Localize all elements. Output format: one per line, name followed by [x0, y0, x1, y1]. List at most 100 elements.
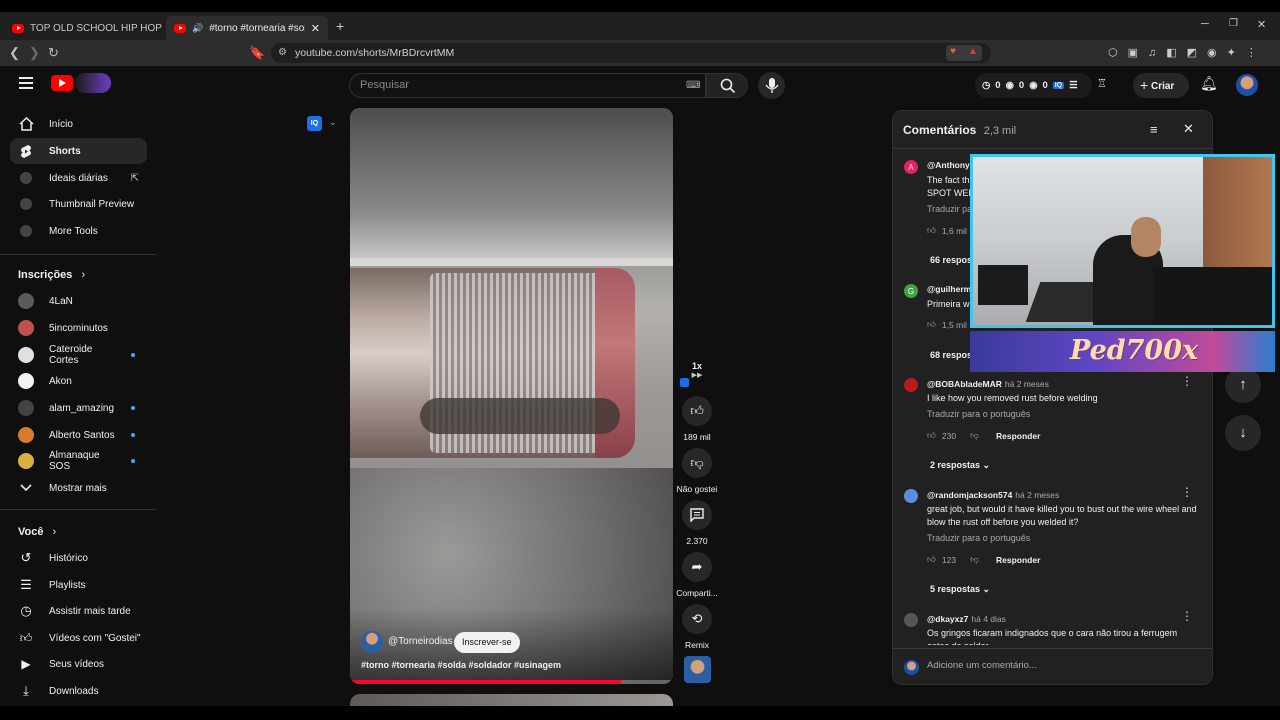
- url-field[interactable]: ⚙ youtube.com/shorts/MrBDrcvrtMM: [271, 43, 991, 63]
- comment-time: há 2 meses: [1004, 379, 1049, 389]
- trophy-icon[interactable]: ♖: [1097, 77, 1107, 90]
- avatar[interactable]: [904, 378, 918, 392]
- extension-counters[interactable]: ◷ 0 ◉ 0 ◉ 0 IQ ☰: [975, 73, 1092, 98]
- sidebar-item-subscription[interactable]: Akon: [10, 368, 147, 394]
- translate-link[interactable]: Traduzir pa: [927, 204, 972, 214]
- workpiece-slot: [420, 398, 620, 434]
- like-button[interactable]: 👍︎: [682, 396, 712, 426]
- reply-button[interactable]: Responder: [996, 431, 1040, 441]
- thumb-down-icon[interactable]: 👎︎: [970, 430, 979, 441]
- notifications-bell-icon[interactable]: 🔔︎: [1200, 75, 1218, 92]
- sidebar-item-watch-later[interactable]: ◷ Assistir mais tarde: [10, 598, 147, 624]
- replies-toggle[interactable]: 5 respostas ⌄: [930, 584, 990, 595]
- comment-author[interactable]: @randomjackson574 há 2 meses: [927, 490, 1059, 500]
- create-button[interactable]: + Criar: [1133, 73, 1189, 98]
- forward-icon[interactable]: ❯: [29, 46, 40, 60]
- subscriptions-heading[interactable]: Inscrições ›: [18, 269, 85, 281]
- sidebar-item-ideias[interactable]: Ideais diárias ⇱: [10, 165, 147, 191]
- comment-author[interactable]: @guilherm: [927, 284, 971, 294]
- next-video-button[interactable]: ↓: [1225, 415, 1261, 451]
- comment-author[interactable]: @dkayxz7 há 4 dias: [927, 614, 1006, 624]
- restore-icon[interactable]: ❐: [1229, 18, 1238, 29]
- channel-name[interactable]: @Torneirodias: [388, 636, 453, 647]
- sidebar-item-subscription[interactable]: Almanaque SOS: [10, 448, 147, 474]
- sidebar-item-your-videos[interactable]: ▶ Seus vídeos: [10, 651, 147, 677]
- close-window-icon[interactable]: ✕: [1257, 18, 1266, 31]
- tab-shorts[interactable]: 🔊 #torno #tornearia #solda #sc ✕: [166, 16, 328, 40]
- avatar[interactable]: A: [904, 160, 918, 174]
- voice-search-button[interactable]: [758, 72, 785, 99]
- thumb-up-icon[interactable]: 👍︎: [927, 225, 936, 236]
- shorts-video-player[interactable]: @Torneirodias Inscrever-se #torno #torne…: [350, 108, 673, 684]
- sidebar-item-subscription[interactable]: 4LaN: [10, 288, 147, 314]
- sidebar-item-subscription[interactable]: alam_amazing: [10, 395, 147, 421]
- thumb-up-icon[interactable]: 👍︎: [927, 430, 936, 441]
- sidebar-item-label: 4LaN: [49, 295, 73, 307]
- extension-shields-icon[interactable]: ♥ ▲: [946, 45, 982, 61]
- search-input[interactable]: Pesquisar ⌨: [349, 73, 706, 98]
- new-tab-button[interactable]: +: [336, 18, 344, 34]
- keyboard-icon[interactable]: ⌨: [686, 74, 700, 97]
- add-comment-input[interactable]: Adicione um comentário...: [927, 660, 1037, 671]
- comment-author[interactable]: @AnthonyC: [927, 160, 976, 170]
- avatar[interactable]: [904, 613, 918, 627]
- translate-link[interactable]: Traduzir para o português: [927, 409, 1030, 419]
- chevron-down-icon[interactable]: ⌄: [329, 117, 337, 128]
- replies-toggle[interactable]: 68 respos: [930, 350, 972, 360]
- youtube-logo-icon[interactable]: [51, 75, 73, 91]
- sidebar-item-subscription[interactable]: Alberto Santos: [10, 422, 147, 448]
- tab-hiphop[interactable]: TOP OLD SCHOOL HIP HOP 🔥 50 Ce: [4, 16, 162, 40]
- avatar[interactable]: [904, 489, 918, 503]
- sidebar-item-liked-videos[interactable]: 👍︎ Vídeos com "Gostei": [10, 625, 147, 651]
- more-options-icon[interactable]: ⋮: [1181, 610, 1193, 622]
- remix-button[interactable]: ⟲: [682, 604, 712, 634]
- close-icon[interactable]: ✕: [1183, 121, 1194, 137]
- extension-icons[interactable]: ⬡▣♫◧◩◉✦⋮: [1108, 46, 1267, 59]
- sidebar-item-label: Thumbnail Preview: [49, 198, 135, 210]
- comment-likes: 👍︎ 1,5 mil: [927, 319, 967, 330]
- replies-toggle[interactable]: 66 respos: [930, 255, 972, 265]
- you-heading[interactable]: Você ›: [18, 526, 56, 538]
- more-options-icon[interactable]: ⋮: [1181, 375, 1193, 387]
- channel-avatar[interactable]: [361, 631, 383, 653]
- iq-extension-icon[interactable]: IQ: [307, 116, 322, 131]
- comments-button[interactable]: [682, 500, 712, 530]
- replies-toggle[interactable]: 2 respostas ⌄: [930, 460, 990, 471]
- thumb-down-icon[interactable]: 👎︎: [970, 554, 979, 565]
- sidebar-item-subscription[interactable]: 5incominutos: [10, 315, 147, 341]
- translate-link[interactable]: Traduzir para o português: [927, 533, 1030, 543]
- sound-thumbnail[interactable]: [684, 656, 711, 683]
- sidebar-item-shorts[interactable]: Shorts: [10, 138, 147, 164]
- sidebar-item-thumbnail-preview[interactable]: Thumbnail Preview: [10, 191, 147, 217]
- reply-button[interactable]: Responder: [996, 555, 1040, 565]
- new-content-dot: [131, 353, 135, 357]
- sidebar-item-subscription[interactable]: Cateroide Cortes: [10, 342, 147, 368]
- video-hashtags[interactable]: #torno #tornearia #solda #soldador #usin…: [361, 660, 561, 670]
- sidebar-item-historico[interactable]: ↺ Histórico: [10, 545, 147, 571]
- close-tab-icon[interactable]: ✕: [311, 22, 320, 35]
- show-more-button[interactable]: Mostrar mais: [10, 475, 147, 501]
- menu-icon[interactable]: [19, 77, 33, 89]
- thumb-up-icon[interactable]: 👍︎: [927, 554, 936, 565]
- sidebar-item-playlists[interactable]: ☰ Playlists: [10, 572, 147, 598]
- progress-track[interactable]: [350, 680, 673, 684]
- reload-icon[interactable]: ↻: [48, 46, 59, 60]
- sort-icon[interactable]: ≡: [1150, 122, 1158, 137]
- sidebar-item-inicio[interactable]: Início: [10, 111, 147, 137]
- sidebar-item-more-tools[interactable]: More Tools: [10, 218, 147, 244]
- more-options-icon[interactable]: ⋮: [1181, 486, 1193, 498]
- dislike-button[interactable]: 👎︎: [682, 448, 712, 478]
- previous-video-button[interactable]: ↑: [1225, 367, 1261, 403]
- back-icon[interactable]: ❮: [9, 46, 20, 60]
- thumb-up-icon[interactable]: 👍︎: [927, 319, 936, 330]
- avatar[interactable]: [1236, 74, 1258, 96]
- search-button[interactable]: [706, 73, 748, 98]
- bookmark-icon[interactable]: 🔖: [249, 46, 265, 60]
- subscribe-button[interactable]: Inscrever-se: [454, 632, 520, 653]
- site-info-icon[interactable]: ⚙: [278, 43, 287, 63]
- sidebar-item-downloads[interactable]: ⤓ Downloads: [10, 678, 147, 704]
- minimize-icon[interactable]: ─: [1201, 18, 1209, 30]
- comment-author[interactable]: @BOBAbladeMAR há 2 meses: [927, 379, 1049, 389]
- share-button[interactable]: ➦: [682, 552, 712, 582]
- avatar[interactable]: G: [904, 284, 918, 298]
